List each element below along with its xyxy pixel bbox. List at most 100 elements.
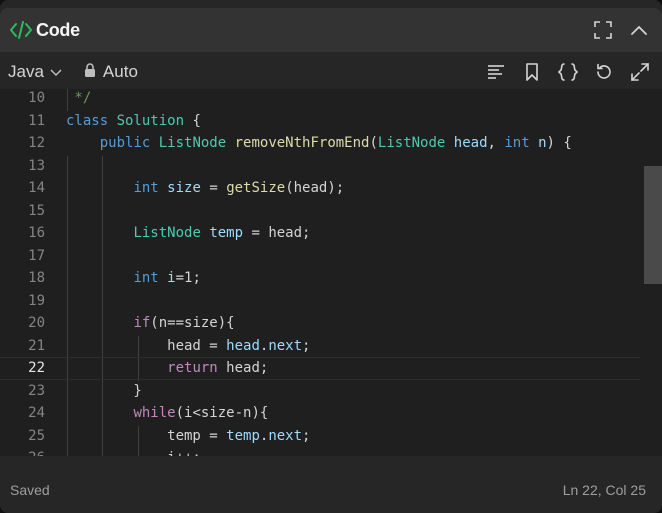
code-line[interactable]: 16 ListNode temp = head;	[0, 222, 640, 245]
code-token: temp	[226, 427, 260, 444]
code-token: head;	[217, 360, 269, 377]
code-token: }	[66, 382, 142, 399]
code-text: */	[66, 90, 91, 106]
code-token: next	[268, 337, 303, 354]
line-number: 14	[28, 180, 45, 197]
code-token: size	[167, 180, 201, 197]
code-token: if	[133, 315, 151, 332]
panel-title: Code	[36, 19, 80, 40]
line-number: 25	[28, 427, 45, 444]
code-line[interactable]: 13	[0, 155, 640, 178]
code-editor[interactable]: 10 */11 class Solution {12 public ListNod…	[0, 89, 662, 456]
line-number: 11	[28, 112, 45, 129]
code-text: ListNode temp = head;	[66, 225, 310, 241]
chevron-down-icon	[50, 62, 62, 82]
line-number: 19	[28, 292, 45, 309]
line-number: 21	[28, 337, 45, 354]
line-number: 12	[28, 135, 45, 152]
panel-header: Code	[0, 8, 662, 52]
language-label: Java	[8, 62, 44, 81]
code-token: temp =	[66, 427, 227, 444]
bookmark-icon[interactable]	[520, 60, 544, 84]
code-token: while	[133, 405, 176, 422]
code-token: getSize	[226, 180, 286, 197]
fullscreen-icon[interactable]	[592, 19, 614, 41]
code-token: ListNode	[133, 225, 201, 242]
code-text: int i=1;	[66, 270, 201, 287]
reset-icon[interactable]	[592, 60, 616, 84]
auto-mode-toggle[interactable]: Auto	[84, 62, 138, 82]
expand-icon[interactable]	[628, 60, 652, 84]
code-line[interactable]: 15	[0, 200, 640, 223]
code-text: public ListNode removeNthFromEnd(ListNod…	[66, 135, 572, 151]
code-panel: Code Java Auto 10 */ 11 class Solution {…	[0, 0, 662, 513]
code-token: class	[66, 112, 117, 129]
code-token: */	[66, 90, 92, 107]
editor-toolbar: Java Auto	[0, 52, 662, 93]
code-line[interactable]: 18 int i=1;	[0, 267, 640, 290]
code-token: public	[99, 135, 159, 152]
code-line[interactable]: 21 head = head.next;	[0, 335, 640, 358]
code-token: = head;	[243, 225, 311, 242]
chevron-up-icon[interactable]	[628, 19, 650, 41]
code-line[interactable]: 19	[0, 290, 640, 313]
code-line[interactable]: 10 */	[0, 89, 640, 110]
code-token: Solution	[116, 112, 185, 129]
code-line[interactable]: 22 return head;	[0, 357, 640, 380]
status-bar: Saved Ln 22, Col 25	[0, 470, 662, 510]
code-line[interactable]: 11 class Solution {	[0, 110, 640, 133]
code-token: temp	[209, 225, 244, 242]
code-line[interactable]: 20 if(n==size){	[0, 312, 640, 335]
code-text: while(i<size-n){	[66, 405, 268, 421]
code-token: int	[133, 180, 159, 197]
code-line[interactable]: 14 int size = getSize(head);	[0, 177, 640, 200]
code-token: ) {	[546, 135, 572, 152]
save-status: Saved	[10, 482, 50, 498]
language-select[interactable]: Java	[8, 62, 62, 82]
code-token: removeNthFromEnd	[234, 135, 370, 152]
code-token: ListNode	[158, 135, 227, 152]
code-text: }	[66, 382, 142, 399]
code-line[interactable]: 17	[0, 245, 640, 268]
line-number: 24	[28, 405, 45, 422]
code-token: head	[226, 337, 260, 354]
code-text: if(n==size){	[66, 315, 234, 332]
braces-icon[interactable]	[556, 60, 580, 84]
code-text: temp = temp.next;	[66, 428, 310, 444]
code-text: return head;	[66, 360, 268, 376]
mode-label: Auto	[102, 62, 138, 81]
code-line[interactable]: 24 while(i<size-n){	[0, 402, 640, 425]
code-line[interactable]: 23 }	[0, 380, 640, 403]
cursor-position: Ln 22, Col 25	[562, 482, 646, 498]
format-icon[interactable]	[484, 60, 508, 84]
line-number: 23	[28, 382, 45, 399]
code-token: ,	[487, 135, 505, 152]
code-token: head	[453, 135, 488, 152]
code-token: i++;	[66, 450, 201, 456]
code-token: {	[184, 112, 201, 129]
code-line[interactable]: 25 temp = temp.next;	[0, 425, 640, 448]
code-token: int	[133, 270, 159, 287]
code-icon	[10, 19, 32, 41]
code-token: int	[504, 135, 530, 152]
editor-scrollbar[interactable]	[644, 166, 662, 284]
code-text: class Solution {	[66, 113, 201, 129]
code-token: =1;	[175, 270, 201, 287]
code-token: next	[268, 427, 303, 444]
code-line[interactable]: 26 i++;	[0, 447, 640, 456]
code-token: (head);	[285, 180, 345, 197]
line-number: 20	[28, 315, 45, 332]
code-line[interactable]: 12 public ListNode removeNthFromEnd(List…	[0, 132, 640, 155]
line-number: 22	[28, 360, 45, 377]
code-token: i	[167, 270, 176, 287]
line-number: 15	[28, 202, 45, 219]
line-number: 13	[28, 157, 45, 174]
